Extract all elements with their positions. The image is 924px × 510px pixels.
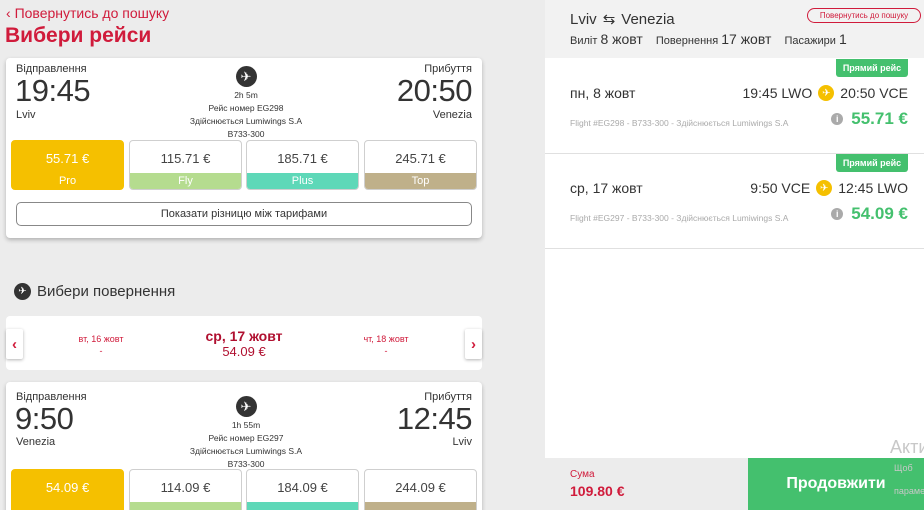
flight-date: ср, 17 жовт [570, 180, 643, 196]
fare-price: 114.09 € [160, 479, 211, 495]
direct-flight-badge: Прямий рейс [836, 154, 908, 172]
return-date-selector: ‹ вт, 16 жовт - ср, 17 жовт 54.09 € чт, … [6, 316, 482, 370]
operator: Здійснюється Lumiwings S.A [189, 116, 303, 126]
fare-option-pro[interactable]: 55.71 € Pro [11, 140, 124, 190]
arrival-city: Lviv [452, 436, 472, 448]
fare-name: Top [365, 173, 476, 189]
departure-city: Venezia [16, 436, 56, 448]
fare-band [130, 502, 241, 510]
page-title: Вибери рейси [5, 24, 152, 47]
flight-details: ✈ 1h 55m Рейс номер EG297 Здійснюється L… [186, 396, 306, 471]
inbound-flight-card: Відправлення 9:50 Venezia ✈ 1h 55m Рейс … [6, 382, 482, 510]
operator: Здійснюється Lumiwings S.A [189, 446, 303, 456]
flight-selection-panel: ‹ Повернутись до пошуку Вибери рейси Від… [0, 0, 545, 510]
arrival-time: 12:45 [396, 401, 473, 436]
activation-watermark: Акти [890, 437, 924, 457]
trip-summary-panel: Lviv ⇆ Venezia Повернутись до пошуку Вил… [545, 0, 924, 510]
summary-header: Lviv ⇆ Venezia Повернутись до пошуку Вил… [545, 0, 924, 58]
departure-time: 19:45 [15, 73, 91, 108]
outbound-flight-card: Відправлення 19:45 Lviv ✈ 2h 5m Рейс ном… [6, 58, 482, 238]
fare-band [12, 502, 123, 510]
summary-flight-outbound: Прямий рейс пн, 8 жовт 19:45 LWO ✈ 20:50… [545, 59, 924, 154]
passenger-count: 1 [838, 31, 847, 47]
departure-time: 9:50 [15, 401, 74, 436]
fare-option-plus[interactable]: 184.09 € [246, 469, 359, 510]
return-date: 17 жовт [721, 31, 772, 47]
next-date-button[interactable]: › [465, 329, 482, 359]
fare-option-fly[interactable]: 115.71 € Fly [129, 140, 242, 190]
plane-icon: ✈ [235, 66, 257, 87]
swap-arrows-icon: ⇆ [602, 11, 616, 28]
arrival-time: 20:50 [396, 73, 473, 108]
flight-details: ✈ 2h 5m Рейс номер EG298 Здійснюється Lu… [186, 66, 306, 141]
back-to-search-button[interactable]: Повернутись до пошуку [807, 8, 921, 23]
plane-icon: ✈ [235, 396, 257, 417]
chevron-right-icon: › [471, 335, 476, 353]
fare-option-top[interactable]: 244.09 € [364, 469, 477, 510]
flight-number: Рейс номер EG297 [208, 433, 284, 443]
flight-number: Рейс номер EG298 [208, 103, 284, 113]
origin-city: Lviv [570, 10, 597, 28]
plane-icon: ✈ [818, 85, 835, 101]
flight-duration: 1h 55m [231, 420, 261, 430]
flight-price: i 54.09 € [831, 204, 908, 224]
trip-meta: Виліт 8 жовт Повернення 17 жовт Пасажири… [570, 31, 847, 47]
fare-price: 115.71 € [160, 150, 211, 166]
date-option-selected[interactable]: ср, 17 жовт 54.09 € [184, 328, 304, 359]
fare-option-fly[interactable]: 114.09 € [129, 469, 242, 510]
fare-name: Pro [12, 173, 123, 189]
info-icon[interactable]: i [831, 208, 844, 220]
fare-price: 244.09 € [395, 479, 446, 495]
fare-price: 55.71 € [45, 150, 90, 166]
summary-flight-return: Прямий рейс ср, 17 жовт 9:50 VCE ✈ 12:45… [545, 154, 924, 249]
date-option[interactable]: чт, 18 жовт - [336, 333, 436, 357]
show-fare-differences-button[interactable]: Показати різницю між тарифами [16, 202, 472, 226]
selected-date-pointer [234, 362, 250, 370]
plane-icon: ✈ [816, 180, 833, 196]
fare-name: Plus [247, 173, 358, 189]
fare-option-plus[interactable]: 185.71 € Plus [246, 140, 359, 190]
flight-date: пн, 8 жовт [570, 85, 636, 101]
fare-price: 185.71 € [277, 150, 328, 166]
plane-icon: ✈ [14, 283, 31, 300]
departure-city: Lviv [16, 109, 36, 121]
chevron-left-icon: ‹ [12, 335, 17, 353]
fare-name: Fly [130, 173, 241, 189]
sum-value: 109.80 € [570, 483, 625, 499]
flight-price: i 55.71 € [831, 109, 908, 129]
fare-band [247, 502, 358, 510]
flight-info: Flight #EG297 - B733-300 - Здійснюється … [570, 213, 789, 223]
flight-times: 19:45 LWO ✈ 20:50 VCE [742, 85, 908, 101]
fare-price: 245.71 € [395, 150, 446, 166]
sum-label: Сума [570, 469, 595, 480]
fare-option-pro[interactable]: 54.09 € [11, 469, 124, 510]
destination-city: Venezia [621, 10, 675, 28]
direct-flight-badge: Прямий рейс [836, 59, 908, 77]
info-icon[interactable]: i [831, 113, 844, 125]
fare-option-top[interactable]: 245.71 € Top [364, 140, 477, 190]
fare-price: 54.09 € [45, 479, 90, 495]
activation-watermark-line: параме [894, 486, 924, 496]
activation-watermark-line: Щоб [894, 463, 913, 473]
depart-date: 8 жовт [600, 31, 643, 47]
fare-price: 184.09 € [277, 479, 328, 495]
back-to-search-link[interactable]: ‹ Повернутись до пошуку [6, 5, 169, 21]
date-option[interactable]: вт, 16 жовт - [51, 333, 151, 357]
arrival-city: Venezia [432, 109, 472, 121]
prev-date-button[interactable]: ‹ [6, 329, 23, 359]
route-title: Lviv ⇆ Venezia [570, 10, 675, 29]
fare-band [365, 502, 476, 510]
return-heading: ✈ Вибери повернення [14, 283, 175, 300]
flight-times: 9:50 VCE ✈ 12:45 LWO [750, 180, 908, 196]
flight-duration: 2h 5m [234, 90, 258, 100]
flight-info: Flight #EG298 - B733-300 - Здійснюється … [570, 118, 789, 128]
total-sum: Сума 109.80 € [545, 458, 748, 510]
chevron-left-icon: ‹ [6, 5, 15, 21]
